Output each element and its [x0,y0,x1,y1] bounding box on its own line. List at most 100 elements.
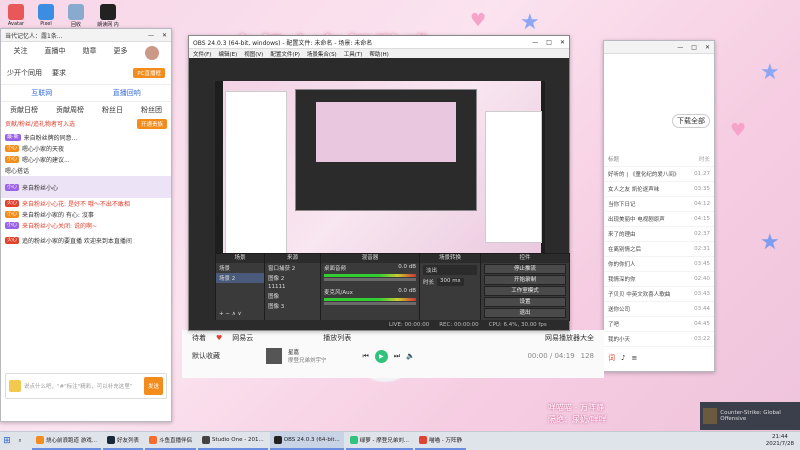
scene-item[interactable]: 场景 2 [216,273,264,283]
obs-preview-canvas[interactable] [215,81,545,271]
game-notification[interactable]: Counter-Strike: Global Offensive [700,402,800,430]
song-row[interactable]: 来了的理由 02:37 [604,227,714,242]
settings-button[interactable]: 设置 [484,297,566,307]
source-item[interactable]: 图像 [265,291,320,301]
taskbar-item[interactable]: 烧心前浪跑道 游戏... [32,432,101,450]
menu-item[interactable]: 场景集合(S) [307,50,337,58]
menu-item[interactable]: 编辑(E) [218,50,237,58]
rank-tab[interactable]: 粉丝日 [102,105,123,115]
menu-item[interactable]: 帮助(H) [369,50,388,58]
nav-item[interactable]: 直播中 [45,46,66,60]
volume-icon[interactable]: 🔈 [406,352,415,360]
taskbar-item[interactable]: 好友列表 [103,432,144,450]
exit-button[interactable]: 退出 [484,308,566,318]
taskbar-item[interactable]: 喵喵 - 万阵静 [415,432,466,450]
overlay-line: 隔绝：尿奶/咩咩 [548,415,607,424]
action-item[interactable]: 少开个同用 [7,68,42,78]
rank-tab[interactable]: 贡献周榜 [56,105,84,115]
song-row[interactable]: 子贝贝 中英文欢喜人歌曲 03:43 [604,287,714,302]
minimize-icon[interactable]: — [148,32,154,39]
nav-item[interactable]: 勋章 [83,46,97,60]
transition-select[interactable]: 淡出 [423,265,477,275]
menu-item[interactable]: 配置文件(P) [270,50,300,58]
song-row[interactable]: 我情深的你 02:40 [604,272,714,287]
music-toolbar: 下载全部 [604,54,714,132]
taskbar-item-active[interactable]: OBS 24.0.3 (64-bit... [269,432,344,450]
maximize-icon[interactable]: □ [691,44,697,51]
menu-item[interactable]: 文件(F) [193,50,211,58]
app-icon [419,436,428,444]
prev-icon[interactable]: ⏮ [363,352,369,361]
volume-icon[interactable]: ♪ [621,354,625,362]
song-row[interactable]: 好听的 | 《童化纪的爱八间》 01:27 [604,167,714,182]
player-tab[interactable]: 待着 [192,333,206,343]
close-icon[interactable]: ✕ [705,44,710,51]
play-button[interactable]: ▶ [374,349,388,363]
desktop-icon-pixel[interactable]: Pixel [34,4,58,27]
song-row[interactable]: 送你公司 03:44 [604,302,714,317]
desktop-icon-avatar[interactable]: Avatar [4,4,28,27]
song-row[interactable]: 当你下日记 04:12 [604,197,714,212]
pc-live-button[interactable]: PC直播框 [133,68,165,78]
start-recording-button[interactable]: 开始录制 [484,275,566,285]
stop-streaming-button[interactable]: 停止推流 [484,264,566,274]
source-item[interactable]: 11111 [265,283,320,291]
studio-mode-button[interactable]: 工作室模式 [484,286,566,296]
heart-icon[interactable]: ♥ [216,334,222,342]
preview-nested [316,102,456,162]
song-row[interactable]: 我的小天 03:22 [604,332,714,347]
chat-input[interactable]: 说点什么吧，"#"标注"精彩，可以补充这里" [24,382,141,390]
playlist-label[interactable]: 播放列表 [323,333,351,343]
source-item[interactable]: 图像 2 [265,273,320,283]
lyric-button[interactable]: 词 [608,353,615,363]
album-cover[interactable] [266,348,282,364]
taskbar-item[interactable]: 斗鱼直播伴侣 [145,432,197,450]
download-all-button[interactable]: 下载全部 [672,114,710,128]
send-button[interactable]: 发送 [143,377,163,395]
song-row[interactable]: 了吧 04:45 [604,317,714,332]
player-tab[interactable]: 默认收藏 [192,351,220,361]
minimize-icon[interactable]: — [532,39,538,46]
emoji-icon[interactable] [9,380,21,392]
volume-slider[interactable] [324,278,416,281]
volume-slider[interactable] [324,302,416,305]
menu-item[interactable]: 工具(T) [344,50,363,58]
tab-item[interactable]: 互联网 [31,88,52,98]
next-icon[interactable]: ⏭ [394,352,400,361]
nav-item[interactable]: 关注 [14,46,28,60]
chat-message: 小心 来自粉丝小家的 有心: 沒事 [1,209,171,220]
taskbar-item[interactable]: 绿萝 - 摩登兄弟刘... [345,432,414,450]
start-icon[interactable]: ⊞ [0,436,14,446]
mixer-channel: 桌面音频 0.0 dB [321,263,419,273]
duration-input[interactable]: 300 ms [437,278,464,286]
source-item[interactable]: 窗口捕获 2 [265,263,320,273]
system-clock[interactable]: 21:44 2021/7/28 [766,434,800,448]
maximize-icon[interactable]: □ [546,39,552,46]
noble-button[interactable]: 开通贵族 [136,118,167,129]
close-icon[interactable]: ✕ [162,32,167,39]
action-item[interactable]: 要求 [52,68,66,78]
close-icon[interactable]: ✕ [560,39,565,46]
rank-tab[interactable]: 贡献日榜 [10,105,38,115]
dock-controls[interactable]: + − ∧ ∨ [216,310,245,318]
tab-item[interactable]: 直播回响 [113,88,141,98]
song-row[interactable]: 女人之友 凯伦逐声味 03:35 [604,182,714,197]
source-item[interactable]: 图像 3 [265,301,320,311]
player-top-row: 待着 ♥ 网易云 播放列表 网易播放器大全 [182,330,604,346]
menu-item[interactable]: 视图(V) [244,50,263,58]
list-icon[interactable]: ≡ [631,354,637,362]
scene-item[interactable]: 场景 [216,263,264,273]
song-row[interactable]: 在离别情之后 02:31 [604,242,714,257]
taskbar-item[interactable]: Studio One - 201... [198,432,268,450]
song-row[interactable]: 出现美丽中 电视剧原声 04:15 [604,212,714,227]
avatar[interactable] [144,46,159,60]
ad-label[interactable]: 网易播放器大全 [545,333,594,343]
song-row[interactable]: 你的你们人 03:45 [604,257,714,272]
nav-item[interactable]: 更多 [114,46,128,60]
chat-message: 小心 嗯心小家的建议... [1,154,171,165]
desktop-icon-recycle[interactable]: 回收 [64,4,88,28]
minimize-icon[interactable]: — [677,44,683,51]
rank-tab[interactable]: 粉丝团 [141,105,162,115]
chat-list: 最·新 来自粉丝牌的同意... 小心 嗯心小家的天夜 小心 嗯心小家的建议... 嗯心… [1,132,171,249]
search-icon[interactable]: ⌕ [14,438,26,445]
